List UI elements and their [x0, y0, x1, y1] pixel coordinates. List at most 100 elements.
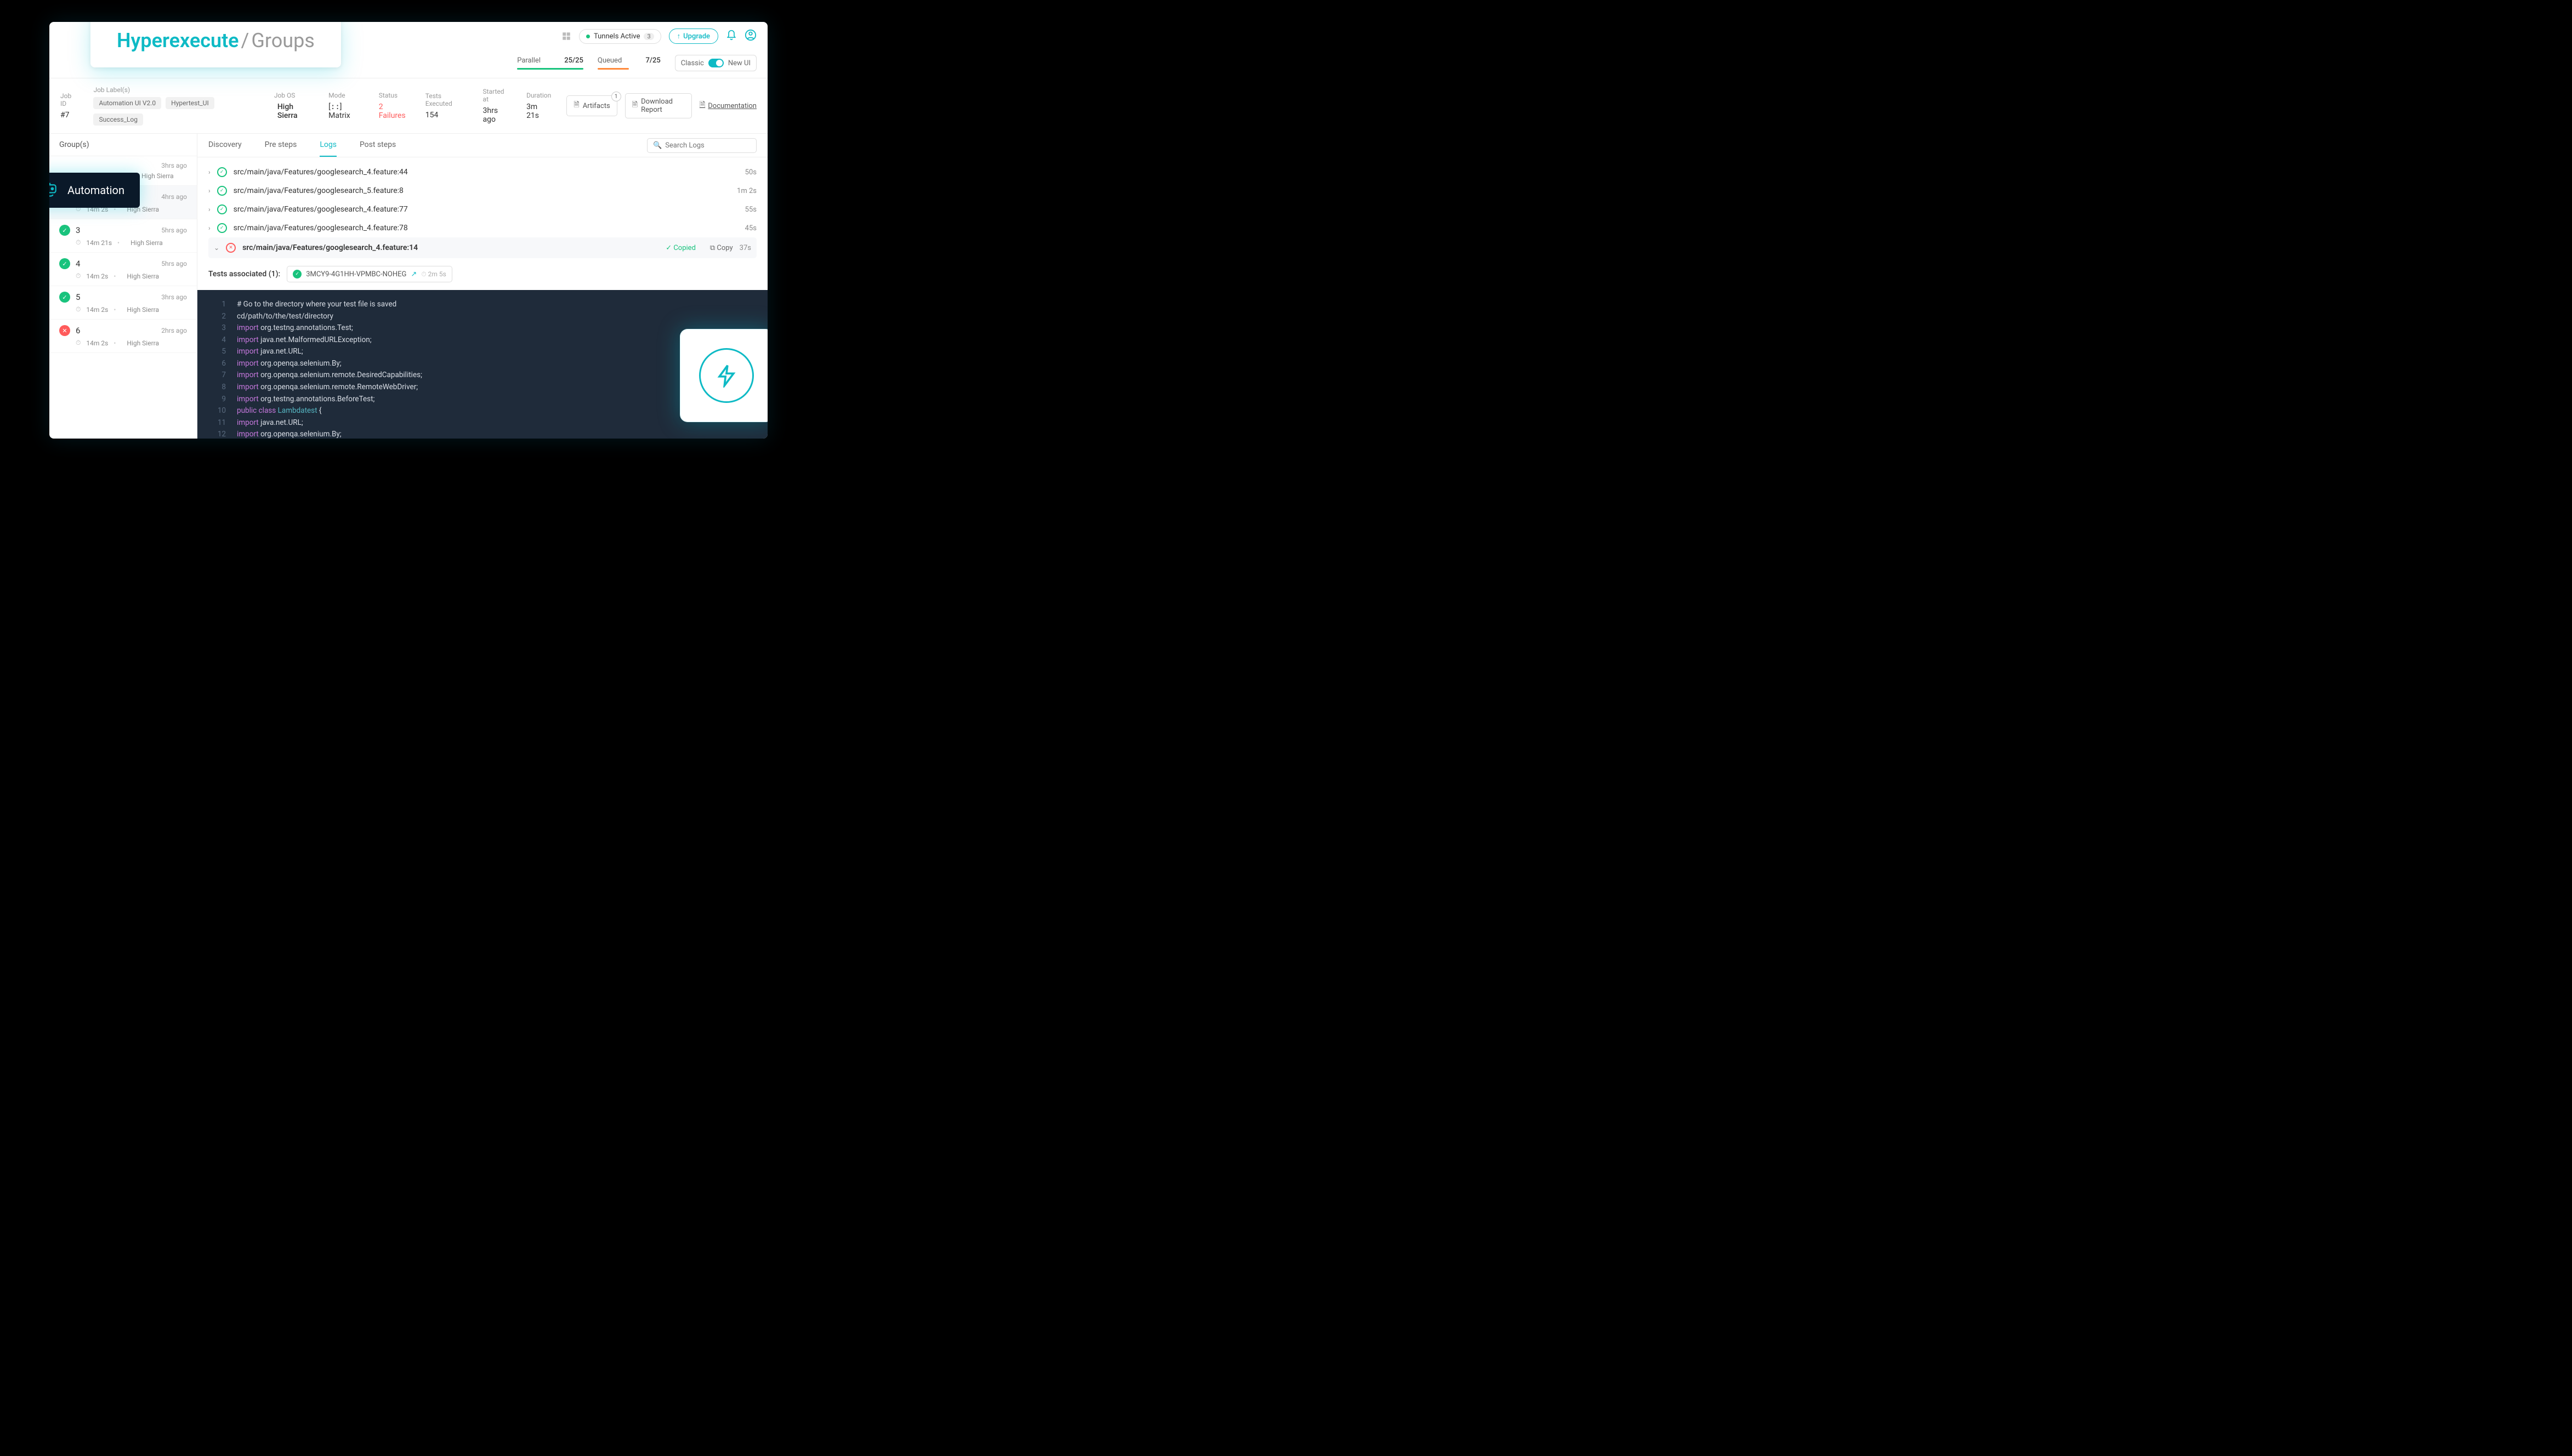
- started-value: 3hrs ago: [483, 106, 512, 124]
- clock-icon: ⏱: [76, 305, 81, 314]
- file-icon: 🗎: [632, 100, 638, 112]
- labels-label: Job Label(s): [93, 86, 258, 94]
- tests-value: 154: [425, 111, 468, 120]
- ui-toggle[interactable]: Classic New UI: [675, 55, 757, 71]
- log-row[interactable]: ›✓src/main/java/Features/googlesearch_5.…: [208, 181, 757, 200]
- log-row[interactable]: › ✓ src/main/java/Features/googlesearch_4.…: [208, 200, 757, 219]
- test-time: ⏱ 2m 5s: [421, 270, 446, 278]
- search-logs-input[interactable]: 🔍: [647, 138, 757, 153]
- group-time: 3hrs ago: [161, 162, 187, 169]
- upgrade-button[interactable]: ↑ Upgrade: [669, 29, 718, 44]
- log-row[interactable]: ⌄✕src/main/java/Features/googlesearch_4.…: [208, 237, 757, 258]
- clock-icon: ⏱: [76, 339, 81, 347]
- log-row[interactable]: ›✓src/main/java/Features/googlesearch_4.…: [208, 163, 757, 181]
- os-label: Job OS: [274, 92, 313, 99]
- status-dot-icon: [586, 35, 590, 38]
- status-icon: ✓: [217, 186, 227, 196]
- toggle-switch-icon: [708, 59, 724, 67]
- mode-col: Mode [::] Matrix: [328, 92, 364, 120]
- robot-icon: [49, 183, 59, 198]
- bell-icon[interactable]: [726, 30, 737, 43]
- code-line: 2cd/path/to/the/test/directory: [197, 311, 768, 323]
- tab-post-steps[interactable]: Post steps: [360, 134, 396, 157]
- group-number: 4: [76, 259, 80, 269]
- group-duration: 14m 21s: [86, 239, 112, 247]
- label-chip: Automation UI V2.0: [93, 97, 161, 109]
- search-icon: 🔍: [653, 141, 662, 150]
- group-time: 5hrs ago: [161, 260, 187, 268]
- group-item[interactable]: ✓35hrs ago ⏱14m 21s•High Sierra: [49, 219, 197, 253]
- app-window: Hyperexecute / Groups Automation Tunnels…: [49, 22, 768, 439]
- user-icon[interactable]: [745, 29, 757, 43]
- parallel-label: Parallel: [517, 56, 541, 65]
- download-label: Download Report: [641, 98, 685, 114]
- code-line: 12import org.openqa.selenium.By;: [197, 429, 768, 439]
- labels-col: Job Label(s) Automation UI V2.0 Hypertes…: [93, 86, 258, 126]
- log-path: src/main/java/Features/googlesearch_4.fe…: [242, 243, 418, 252]
- group-item[interactable]: ✓45hrs ago ⏱14m 2s•High Sierra: [49, 253, 197, 286]
- log-path: src/main/java/Features/googlesearch_4.fe…: [234, 205, 408, 214]
- status-icon: ✕: [59, 325, 70, 336]
- tests-col: Tests Executed 154: [425, 92, 468, 120]
- tab-pre-steps[interactable]: Pre steps: [265, 134, 297, 157]
- download-report-button[interactable]: 🗎 Download Report: [625, 93, 692, 118]
- file-icon: 🗎: [700, 100, 705, 112]
- group-os: High Sierra: [141, 172, 174, 180]
- copy-button[interactable]: ⧉ Copy: [710, 244, 733, 252]
- groups-header: Group(s): [49, 134, 197, 156]
- clock-icon: ⏱: [76, 272, 81, 280]
- parallel-value: 25/25: [564, 56, 583, 65]
- artifacts-button[interactable]: 🗎 Artifacts 1: [566, 95, 617, 116]
- log-row[interactable]: ›✓src/main/java/Features/googlesearch_4.…: [208, 219, 757, 237]
- log-duration: 50s: [745, 168, 757, 177]
- breadcrumb-sub: Groups: [251, 29, 315, 52]
- started-label: Started at: [483, 88, 512, 103]
- chevron-icon: ›: [208, 224, 211, 232]
- label-chip: Success_Log: [93, 113, 143, 126]
- breadcrumb-sep: /: [241, 29, 249, 52]
- test-chip[interactable]: ✓ 3MCY9-4G1HH-VPMBC-NOHEG ↗ ⏱ 2m 5s: [287, 266, 452, 282]
- os-col: Job OS High Sierra: [274, 92, 313, 120]
- queued-stat: Queued 7/25: [598, 56, 661, 70]
- group-item[interactable]: ✕62hrs ago ⏱14m 2s•High Sierra: [49, 320, 197, 353]
- automation-label: Automation: [67, 184, 124, 197]
- chevron-icon: ⌄: [214, 244, 219, 252]
- tests-associated: Tests associated (1): ✓ 3MCY9-4G1HH-VPMB…: [197, 258, 768, 290]
- status-icon: ✓: [217, 204, 227, 214]
- group-os: High Sierra: [130, 239, 163, 247]
- queued-value: 7/25: [646, 56, 661, 65]
- group-number: 6: [76, 326, 80, 335]
- file-icon: 🗎: [574, 100, 579, 112]
- log-path: src/main/java/Features/googlesearch_4.fe…: [234, 168, 408, 177]
- external-link-icon: ↗: [411, 270, 417, 278]
- artifacts-label: Artifacts: [583, 102, 610, 110]
- tab-logs[interactable]: Logs: [320, 134, 337, 157]
- grid-view-icon[interactable]: [561, 31, 571, 41]
- chevron-icon: ›: [208, 206, 211, 213]
- log-list: › ✓ src/main/java/Features/googlesearch_4.…: [197, 157, 768, 258]
- mode-label: Mode: [328, 92, 364, 99]
- duration-label: Duration: [526, 92, 551, 99]
- lightning-card: [680, 329, 768, 422]
- group-item[interactable]: ✓53hrs ago ⏱14m 2s•High Sierra: [49, 286, 197, 320]
- parallel-stat: Parallel 25/25: [517, 56, 583, 70]
- docs-label: Documentation: [708, 102, 757, 110]
- tunnels-badge[interactable]: Tunnels Active 3: [579, 29, 661, 44]
- duration-value: 3m 21s: [526, 103, 551, 120]
- chevron-icon: ›: [208, 168, 211, 176]
- tests-assoc-label: Tests associated (1):: [208, 270, 280, 278]
- jobid-value: #7: [60, 111, 78, 120]
- jobid-col: Job ID #7: [60, 92, 78, 120]
- tunnels-label: Tunnels Active: [594, 32, 640, 41]
- documentation-link[interactable]: 🗎 Documentation: [700, 100, 757, 112]
- mode-value: [::] Matrix: [328, 103, 364, 120]
- log-duration: 45s: [745, 224, 757, 232]
- log-duration: 1m 2s: [737, 187, 757, 195]
- tab-discovery[interactable]: Discovery: [208, 134, 242, 157]
- group-time: 2hrs ago: [161, 327, 187, 334]
- artifacts-badge: 1: [611, 92, 621, 101]
- log-duration: 55s: [745, 206, 757, 214]
- automation-badge: Automation: [49, 173, 140, 208]
- chevron-icon: ›: [208, 187, 211, 195]
- search-input[interactable]: [665, 141, 756, 150]
